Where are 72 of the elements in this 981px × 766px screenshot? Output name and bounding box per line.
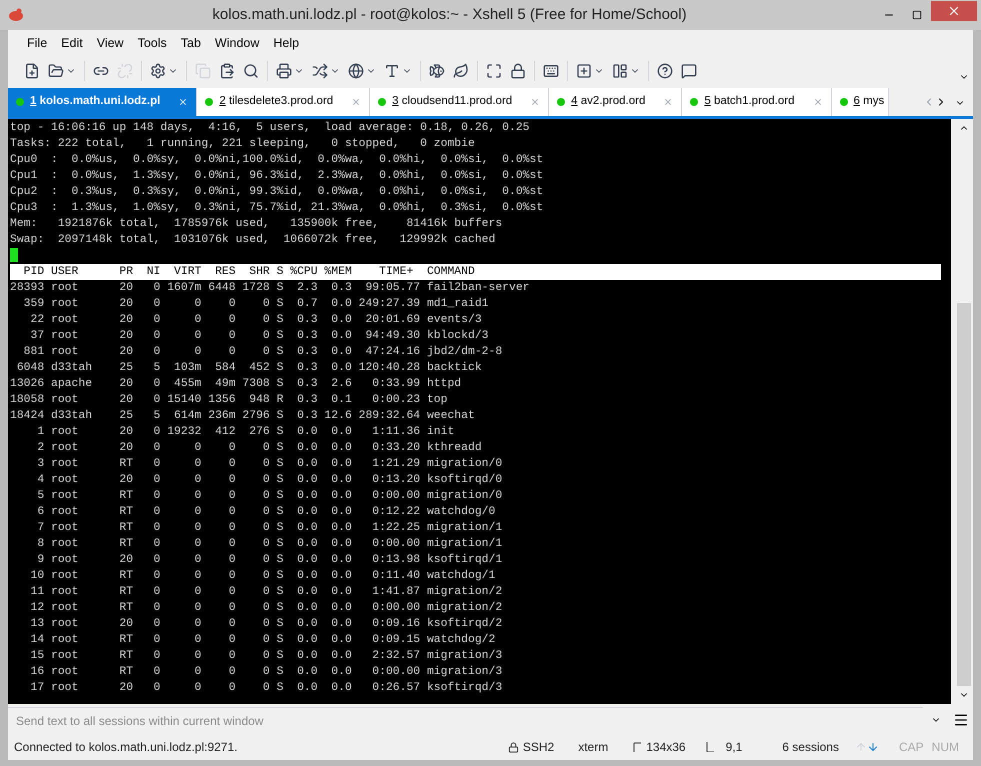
process-row-text: 18058 root 20 0 15140 1356 948 R 0.3 0.1 0:00.23 top xyxy=(10,393,448,408)
lock-icon xyxy=(508,742,519,752)
terminal-line: Mem: 1921876k total, 1785976k used, 135900k free, 81416k buffers xyxy=(10,216,502,232)
process-row-text: 6 root RT 0 0 0 0 S 0.0 0.0 0:12.22 watchdog/0 xyxy=(36,504,496,520)
process-row-text: 1 root 20 0 19232 412 276 S 0.0 0.0 1:11.36 init xyxy=(36,424,454,440)
terminal-line: top - 16:06:16 up 148 days, 4:16, 5 users, load average: 0.18, 0.26, 0.25 xyxy=(10,120,530,136)
next-session-icon[interactable] xyxy=(866,741,879,753)
session-tab[interactable]: 1 kolos.math.uni.lodz.pl xyxy=(8,88,198,116)
close-icon xyxy=(947,4,961,18)
process-row-text: 13 root 20 0 0 0 0 S 0.0 0.0 0:09.16 ksoftirqd/2 xyxy=(30,616,502,632)
menu-item[interactable]: Tab xyxy=(174,34,208,52)
close-button[interactable] xyxy=(931,1,977,21)
process-row-text: 359 root 20 0 0 0 0 S 0.7 0.0 249:27.39 md1_raid1 xyxy=(22,296,488,312)
connection-status: Connected to kolos.math.uni.lodz.pl:9271. xyxy=(14,739,238,756)
process-row-text: 37 root 20 0 0 0 0 S 0.3 0.0 94:49.30 kblockd/3 xyxy=(30,328,488,344)
session-tab[interactable]: 2 tilesdelete3.prod.ord xyxy=(197,88,370,116)
terminal-line: Cpu0 : 0.0%us, 0.0%sy, 0.0%ni,100.0%id, 0.0%wa, 0.0%hi, 0.0%si, 0.0%st xyxy=(10,152,544,168)
key-indicator: CAP xyxy=(898,739,924,756)
terminal-type: xterm xyxy=(578,739,608,756)
process-row-text: 10 root RT 0 0 0 0 S 0.0 0.0 0:11.40 watchdog/1 xyxy=(30,568,496,584)
menu-item[interactable]: Help xyxy=(266,34,306,52)
terminal-line: Cpu2 : 0.3%us, 0.3%sy, 0.0%ni, 99.3%id, 0.0%wa, 0.0%hi, 0.0%si, 0.0%st xyxy=(10,184,544,200)
key-indicator: NUM xyxy=(932,739,959,756)
menu-item[interactable]: File xyxy=(20,34,54,52)
process-row-text: 22 root 20 0 0 0 0 S 0.3 0.0 20:01.69 events/3 xyxy=(30,312,482,328)
process-row-text: 11 root RT 0 0 0 0 S 0.0 0.0 1:41.87 migration/2 xyxy=(30,584,502,600)
terminal-line: Cpu3 : 1.3%us, 1.0%sy, 0.3%ni, 75.7%id, 21.3%wa, 0.0%hi, 0.3%si, 0.0%st xyxy=(10,200,544,216)
maximize-icon xyxy=(912,10,922,20)
terminal-line: Cpu1 : 0.0%us, 1.3%sy, 0.0%ni, 96.3%id, 2.3%wa, 0.0%hi, 0.0%si, 0.0%st xyxy=(10,168,544,184)
session-count: 6 sessions xyxy=(782,739,839,756)
menu-item[interactable]: Tools xyxy=(130,34,174,52)
window-title: kolos.math.uni.lodz.pl - root@kolos:~ - Xshell 5 (Free for Home/School) xyxy=(211,4,688,25)
session-tab[interactable]: 4 av2.prod.ord xyxy=(549,88,682,116)
close-tab-icon[interactable] xyxy=(663,97,674,107)
cursor xyxy=(10,248,18,262)
menu-icon[interactable] xyxy=(953,712,969,728)
process-row-text: 881 root 20 0 0 0 0 S 0.3 0.0 47:24.16 jbd2/dm-2-8 xyxy=(22,344,502,360)
process-row-text: 16 root RT 0 0 0 0 S 0.0 0.0 0:00.00 migration/3 xyxy=(30,664,502,680)
protocol-label: SSH2 xyxy=(522,739,554,756)
close-tab-icon[interactable] xyxy=(178,97,188,107)
process-row-text: 7 root RT 0 0 0 0 S 0.0 0.0 1:22.25 migration/1 xyxy=(36,520,502,536)
table-header: PID USER PR NI VIRT RES SHR S %CPU %MEM TIME+ COMMAND xyxy=(10,264,941,280)
process-row-text: 18424 d33tah 25 5 614m 236m 2796 S 0.3 12.6 289:32.64 weechat xyxy=(10,408,475,424)
process-row-text: 15 root RT 0 0 0 0 S 0.0 0.0 2:32.57 migration/3 xyxy=(30,648,502,664)
process-row-text: 6048 d33tah 25 5 103m 584 452 S 0.3 0.0 120:40.28 backtick xyxy=(16,360,482,376)
session-tab[interactable]: 5 batch1.prod.ord xyxy=(682,88,832,116)
process-row-text: 12 root RT 0 0 0 0 S 0.0 0.0 0:00.00 migration/2 xyxy=(30,600,502,616)
process-row-text: 9 root 20 0 0 0 0 S 0.0 0.0 0:13.98 ksoftirqd/1 xyxy=(36,552,502,568)
terminal-line: Swap: 2097148k total, 1031076k used, 1066072k free, 129992k cached xyxy=(10,232,496,248)
menu-item[interactable]: Window xyxy=(208,34,266,52)
process-row-text: 4 root 20 0 0 0 0 S 0.0 0.0 0:13.20 ksoftirqd/0 xyxy=(36,472,502,488)
process-row-text: 5 root RT 0 0 0 0 S 0.0 0.0 0:00.00 migration/0 xyxy=(36,488,502,504)
process-row-text: 3 root RT 0 0 0 0 S 0.0 0.0 1:21.29 migration/0 xyxy=(36,456,502,472)
close-tab-icon[interactable] xyxy=(530,97,540,107)
cursor-position-icon xyxy=(706,742,714,752)
cursor-position: 9,1 xyxy=(726,739,742,756)
process-row-text: 14 root RT 0 0 0 0 S 0.0 0.0 0:09.15 watchdog/2 xyxy=(30,632,496,648)
menu-item[interactable]: View xyxy=(90,34,131,52)
process-row-text: 2 root 20 0 0 0 0 S 0.0 0.0 0:33.20 kthreadd xyxy=(36,440,482,456)
menu-item[interactable]: Edit xyxy=(54,34,90,52)
resize-icon xyxy=(632,742,642,752)
terminal-size: 134x36 xyxy=(646,739,686,756)
close-tab-icon[interactable] xyxy=(351,97,362,107)
process-row-text: 17 root 20 0 0 0 0 S 0.0 0.0 0:26.57 ksoftirqd/3 xyxy=(30,680,502,696)
app-logo-icon xyxy=(8,8,24,22)
close-tab-icon[interactable] xyxy=(812,97,823,107)
process-row-text: 28393 root 20 0 1607m 6448 1728 S 2.3 0.3 99:05.77 fail2ban-server xyxy=(10,280,530,296)
terminal-line: Tasks: 222 total, 1 running, 221 sleeping, 0 stopped, 0 zombie xyxy=(10,136,475,152)
process-row-text: 8 root RT 0 0 0 0 S 0.0 0.0 0:00.00 migration/1 xyxy=(36,536,502,552)
process-row-text: 13026 apache 20 0 455m 49m 7308 S 0.3 2.6 0:33.99 httpd xyxy=(10,376,462,392)
session-tab[interactable]: 3 cloudsend11.prod.ord xyxy=(370,88,550,116)
session-tab[interactable]: 6 mys xyxy=(832,88,890,116)
